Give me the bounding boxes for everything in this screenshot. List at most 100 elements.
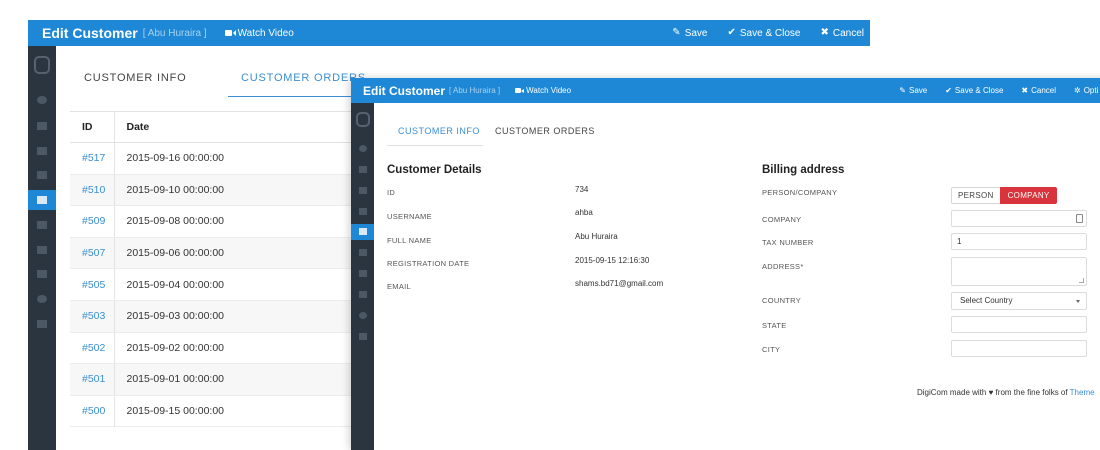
order-date: 2015-09-15 00:00:00 xyxy=(114,395,352,428)
back-save-close-button[interactable]: ✔ Save & Close xyxy=(727,28,800,39)
order-id-link[interactable]: #505 xyxy=(70,268,115,301)
folder-icon[interactable] xyxy=(37,122,47,130)
back-save-button[interactable]: ✎ Save xyxy=(672,28,707,39)
back-tab-customer-info[interactable]: CUSTOMER INFO xyxy=(84,72,186,84)
front-tab-customer-orders[interactable]: CUSTOMER ORDERS xyxy=(495,126,595,136)
back-active-tab-underline xyxy=(228,96,361,97)
order-id-link[interactable]: #507 xyxy=(70,237,115,270)
box-icon[interactable] xyxy=(358,208,367,215)
order-date: 2015-09-06 00:00:00 xyxy=(114,237,352,270)
company-label: COMPANY xyxy=(762,215,802,224)
chart-icon[interactable] xyxy=(37,270,47,278)
order-id-link[interactable]: #509 xyxy=(70,205,115,238)
users-icon[interactable] xyxy=(37,196,47,204)
back-title: Edit Customer xyxy=(42,25,138,41)
back-sidebar xyxy=(28,46,56,450)
back-cancel-label: Cancel xyxy=(832,27,864,39)
order-date: 2015-09-16 00:00:00 xyxy=(114,142,352,175)
stage: Edit Customer [ Abu Huraira ] Watch Vide… xyxy=(0,0,1100,450)
cancel-icon: ✖ xyxy=(820,27,829,38)
company-input[interactable] xyxy=(951,210,1087,227)
folder-icon[interactable] xyxy=(358,166,367,173)
table-row: #517 2015-09-16 00:00:00 xyxy=(70,142,352,175)
help-icon[interactable] xyxy=(358,312,367,319)
field-label-full-name: FULL NAME xyxy=(387,236,432,245)
logo-icon xyxy=(355,112,370,127)
front-watch-video-link[interactable]: Watch Video xyxy=(515,86,571,95)
front-window: Edit Customer [ Abu Huraira ] Watch Vide… xyxy=(351,78,1100,450)
column-header-date: Date xyxy=(114,111,352,143)
order-id-link[interactable]: #502 xyxy=(70,332,115,365)
dashboard-icon[interactable] xyxy=(358,145,367,152)
back-watch-video-link[interactable]: Watch Video xyxy=(224,28,294,39)
front-topbar: Edit Customer [ Abu Huraira ] Watch Vide… xyxy=(351,78,1100,103)
users-icon[interactable] xyxy=(358,228,367,235)
check-icon: ✔ xyxy=(945,85,952,95)
city-input[interactable] xyxy=(951,340,1087,357)
state-input[interactable] xyxy=(951,316,1087,333)
order-date: 2015-09-03 00:00:00 xyxy=(114,300,352,333)
order-id-link[interactable]: #510 xyxy=(70,174,115,207)
field-label-registration-date: REGISTRATION DATE xyxy=(387,259,470,268)
cart-icon[interactable] xyxy=(37,221,47,229)
table-row: #507 2015-09-06 00:00:00 xyxy=(70,237,352,270)
country-label: COUNTRY xyxy=(762,296,802,305)
tax-number-input[interactable]: 1 xyxy=(951,233,1087,250)
table-row: #503 2015-09-03 00:00:00 xyxy=(70,300,352,333)
company-option-button[interactable]: COMPANY xyxy=(999,187,1057,204)
check-icon: ✔ xyxy=(727,27,736,38)
grid-icon[interactable] xyxy=(358,333,367,340)
order-date: 2015-09-04 00:00:00 xyxy=(114,268,352,301)
order-date: 2015-09-08 00:00:00 xyxy=(114,205,352,238)
front-title: Edit Customer xyxy=(363,83,446,98)
person-option-button[interactable]: PERSON xyxy=(951,187,1000,204)
logo-icon xyxy=(34,56,50,74)
address-textarea[interactable] xyxy=(951,257,1087,286)
video-camera-icon xyxy=(224,30,232,36)
cart-icon[interactable] xyxy=(358,249,367,256)
table-row: #500 2015-09-15 00:00:00 xyxy=(70,395,352,428)
customer-details-heading: Customer Details xyxy=(387,164,482,176)
front-save-close-button[interactable]: ✔ Save & Close xyxy=(945,86,1003,95)
contact-card-icon xyxy=(1076,214,1083,223)
order-id-link[interactable]: #517 xyxy=(70,142,115,175)
front-save-close-label: Save & Close xyxy=(954,86,1004,95)
back-cancel-button[interactable]: ✖ Cancel xyxy=(820,28,864,39)
dashboard-icon[interactable] xyxy=(37,96,47,104)
front-watch-video-label: Watch Video xyxy=(526,86,572,95)
order-date: 2015-09-01 00:00:00 xyxy=(114,363,352,396)
front-tab-customer-info[interactable]: CUSTOMER INFO xyxy=(398,126,480,136)
person-company-toggle: PERSON COMPANY xyxy=(951,187,1057,204)
box-icon[interactable] xyxy=(37,171,47,179)
edit-icon: ✎ xyxy=(672,27,681,38)
footer-theme-link[interactable]: Theme xyxy=(1070,388,1095,397)
city-label: CITY xyxy=(762,345,781,354)
country-select[interactable]: Select Country xyxy=(951,292,1087,310)
help-icon[interactable] xyxy=(37,295,47,303)
back-tabs: CUSTOMER INFO CUSTOMER ORDERS xyxy=(70,46,365,98)
order-id-link[interactable]: #501 xyxy=(70,363,115,396)
tools-icon[interactable] xyxy=(358,270,367,277)
front-options-button[interactable]: ✲ Opti xyxy=(1074,86,1100,95)
tags-icon[interactable] xyxy=(358,187,367,194)
front-cancel-button[interactable]: ✖ Cancel xyxy=(1021,86,1056,95)
tools-icon[interactable] xyxy=(37,246,47,254)
resize-handle-icon[interactable] xyxy=(1079,278,1084,283)
country-select-value: Select Country xyxy=(960,296,1013,305)
video-camera-icon xyxy=(515,88,522,93)
tags-icon[interactable] xyxy=(37,147,47,155)
grid-icon[interactable] xyxy=(37,320,47,328)
table-row: #502 2015-09-02 00:00:00 xyxy=(70,332,352,365)
front-cancel-label: Cancel xyxy=(1031,86,1056,95)
back-save-label: Save xyxy=(684,27,708,39)
back-tab-customer-orders[interactable]: CUSTOMER ORDERS xyxy=(241,72,366,84)
order-id-link[interactable]: #503 xyxy=(70,300,115,333)
back-subtitle: [ Abu Huraira ] xyxy=(142,27,207,39)
front-save-button[interactable]: ✎ Save xyxy=(899,86,927,95)
orders-table: ID Date #517 2015-09-16 00:00:00 #510 2015… xyxy=(70,111,352,428)
field-label-id: ID xyxy=(387,188,396,197)
chart-icon[interactable] xyxy=(358,291,367,298)
field-label-username: USERNAME xyxy=(387,212,432,221)
order-id-link[interactable]: #500 xyxy=(70,395,115,428)
edit-icon: ✎ xyxy=(899,85,906,95)
